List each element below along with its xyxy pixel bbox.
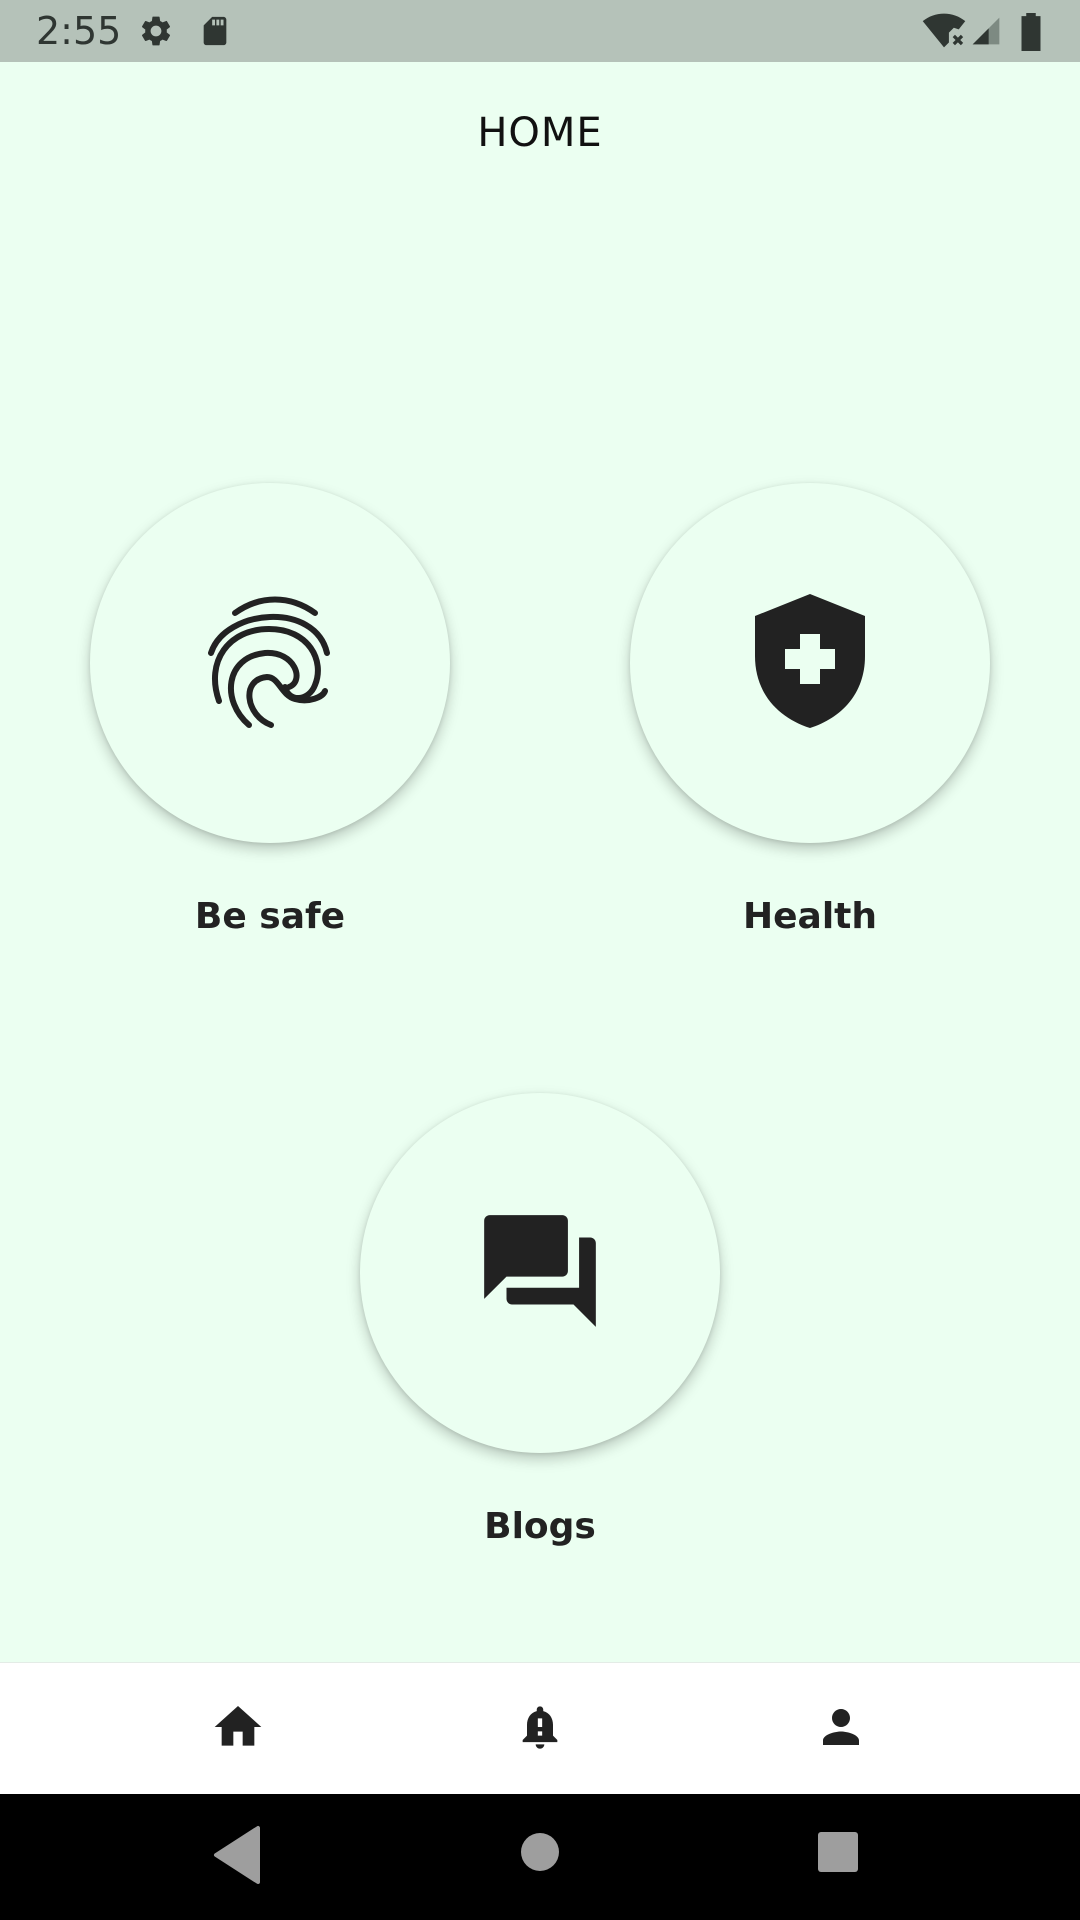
status-bar: 2:55	[0, 0, 1080, 62]
home-circle-icon[interactable]	[518, 1830, 562, 1878]
page-title: HOME	[477, 110, 603, 156]
status-time: 2:55	[36, 9, 122, 53]
forum-icon	[473, 1204, 607, 1342]
blogs-label: Blogs	[484, 1506, 596, 1547]
be-safe-label: Be safe	[194, 896, 346, 937]
battery-icon	[1018, 13, 1044, 55]
blogs-button[interactable]	[360, 1093, 720, 1453]
nav-notifications[interactable]	[420, 1663, 660, 1795]
signal-icon	[970, 13, 1002, 53]
person-icon	[814, 1700, 868, 1758]
home-icon	[210, 1699, 266, 1759]
gear-icon	[138, 13, 174, 53]
back-icon[interactable]	[212, 1824, 262, 1890]
health-button[interactable]	[630, 483, 990, 843]
be-safe-button[interactable]	[90, 483, 450, 843]
nav-home[interactable]	[118, 1663, 358, 1795]
notification-bell-icon	[514, 1699, 566, 1759]
recents-icon[interactable]	[816, 1830, 860, 1878]
system-navigation-bar	[0, 1794, 1080, 1920]
health-label: Health	[742, 896, 877, 937]
bottom-navigation	[0, 1662, 1080, 1794]
sd-card-icon	[198, 13, 232, 53]
health-shield-icon	[755, 594, 865, 732]
fingerprint-icon	[205, 591, 335, 735]
wifi-off-icon	[922, 13, 966, 53]
nav-profile[interactable]	[721, 1663, 961, 1795]
